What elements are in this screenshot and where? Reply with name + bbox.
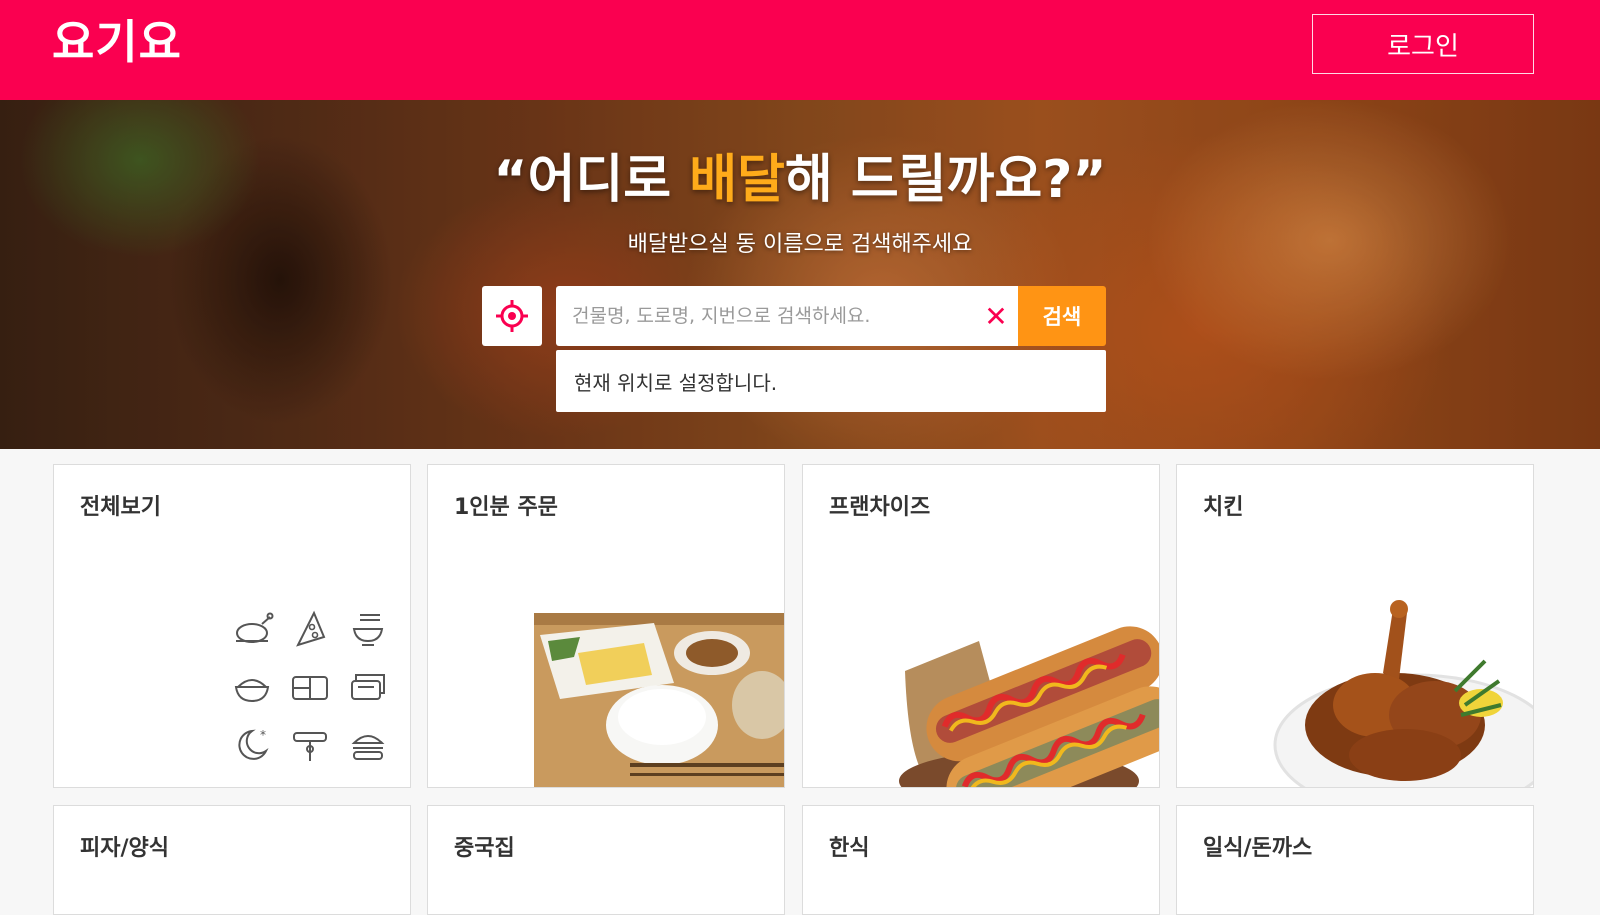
category-title: 중국집 <box>454 836 515 861</box>
login-button[interactable]: 로그인 <box>1312 14 1534 74</box>
top-header: 요기요 로그인 <box>0 0 1600 100</box>
close-icon: ✕ <box>984 299 1008 333</box>
category-title: 프랜차이즈 <box>829 495 931 520</box>
lunchbox-icon <box>292 676 328 700</box>
category-title: 전체보기 <box>80 495 161 520</box>
hotdog-image <box>899 626 1159 787</box>
category-card-japanese-tonkatsu[interactable]: 일식/돈까스 <box>1176 805 1534 915</box>
clear-search-button[interactable]: ✕ <box>980 299 1012 333</box>
moon-night-icon: * <box>238 728 269 760</box>
category-card-all[interactable]: 전체보기 * <box>53 464 411 788</box>
svg-text:*: * <box>260 728 266 742</box>
burger-icon <box>351 735 385 760</box>
hero-title-prefix: “어디로 <box>493 150 690 210</box>
current-location-button[interactable] <box>482 286 542 346</box>
search-button[interactable]: 검색 <box>1018 286 1106 346</box>
category-card-single-portion[interactable]: 1인분 주문 <box>427 464 785 788</box>
location-target-icon <box>496 300 528 332</box>
rice-bowl-icon <box>234 679 270 703</box>
category-card-franchise[interactable]: 프랜차이즈 <box>802 464 1160 788</box>
hero-subtitle: 배달받으실 동 이름으로 검색해주세요 <box>627 232 973 257</box>
category-title: 1인분 주문 <box>454 495 558 520</box>
category-card-chinese[interactable]: 중국집 <box>427 805 785 915</box>
category-title: 피자/양식 <box>80 836 169 861</box>
current-location-suggestion[interactable]: 현재 위치로 설정합니다. <box>556 350 1106 412</box>
category-title: 일식/돈까스 <box>1203 836 1313 861</box>
address-search-box: ✕ <box>556 286 1018 346</box>
hero-title-accent: 배달 <box>689 150 785 210</box>
category-title: 치킨 <box>1203 495 1244 520</box>
hero-title-suffix: 해 드릴까요?” <box>784 150 1107 210</box>
address-search-input[interactable] <box>572 286 962 346</box>
category-title: 한식 <box>829 836 870 861</box>
logo[interactable]: 요기요 <box>52 14 182 70</box>
chicken-icon <box>236 612 274 643</box>
category-card-pizza-western[interactable]: 피자/양식 <box>53 805 411 915</box>
chicken-image <box>1273 600 1533 787</box>
category-card-korean[interactable]: 한식 <box>802 805 1160 915</box>
sushi-icon <box>351 674 385 700</box>
tteokbokki-icon <box>293 732 327 761</box>
pizza-icon <box>296 610 326 647</box>
korean-meal-image <box>534 613 784 787</box>
hero-title: “어디로 배달해 드릴까요?” <box>0 148 1600 212</box>
category-card-chicken[interactable]: 치킨 <box>1176 464 1534 788</box>
noodle-bowl-icon <box>352 614 384 646</box>
